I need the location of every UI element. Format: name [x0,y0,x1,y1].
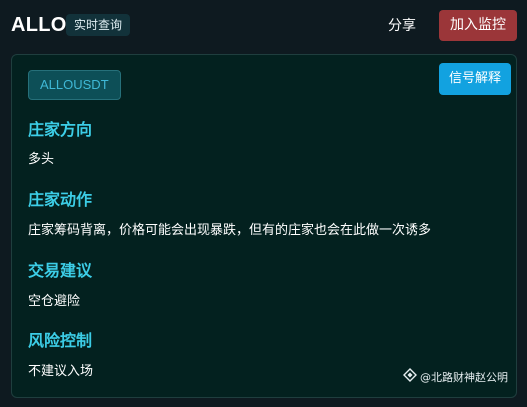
add-monitor-button[interactable]: 加入监控 [439,10,517,41]
symbol-tag: ALLOUSDT [28,70,121,100]
header-bar: ALLO 实时查询 分享 加入监控 [0,0,527,52]
section-title-risk: 风险控制 [28,331,93,350]
diamond-logo-icon [403,368,420,388]
share-button[interactable]: 分享 [388,15,416,37]
section-title-advice: 交易建议 [28,261,93,280]
watermark: @北路财神赵公明 [403,368,508,388]
section-title-action: 庄家动作 [28,190,93,209]
section-body-direction: 多头 [28,152,55,167]
section-body-advice: 空仓避险 [28,294,81,309]
mode-badge: 实时查询 [66,14,131,36]
section-body-action: 庄家筹码背离，价格可能会出现暴跌，但有的庄家也会在此做一次诱多 [28,223,432,238]
ticker-title: ALLO [11,14,67,36]
section-title-direction: 庄家方向 [28,120,93,139]
section-body-risk: 不建议入场 [28,364,94,379]
signal-explain-button[interactable]: 信号解释 [439,63,511,95]
watermark-text: @北路财神赵公明 [420,371,508,384]
signal-card: ALLOUSDT 信号解释 庄家方向 多头 庄家动作 庄家筹码背离，价格可能会出… [11,54,517,398]
